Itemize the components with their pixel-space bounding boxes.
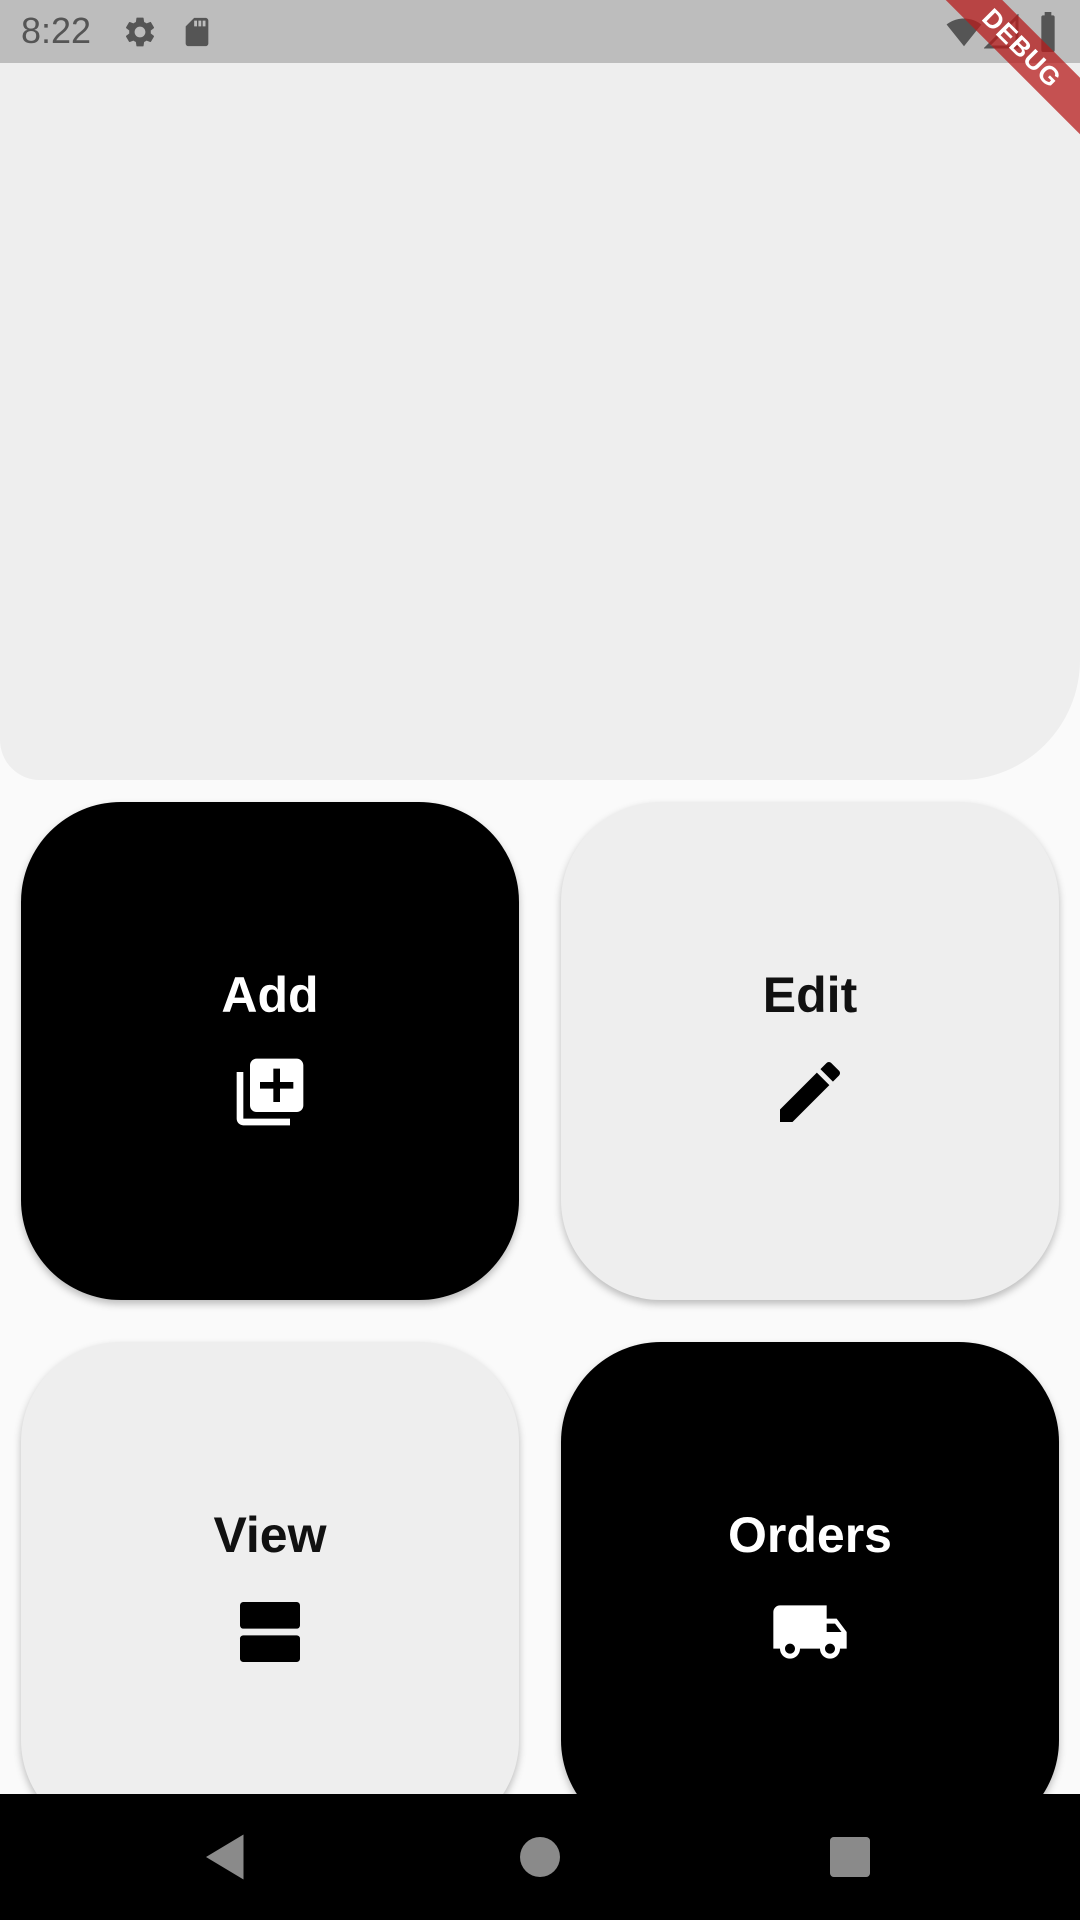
edit-tile[interactable]: Edit [561,802,1059,1300]
truck-icon [770,1592,850,1672]
edit-tile-label: Edit [762,967,858,1023]
orders-tile-label: Orders [728,1507,892,1563]
gear-icon [122,14,158,55]
add-to-library-icon [230,1052,310,1132]
recents-icon[interactable] [820,1827,880,1887]
add-tile-label: Add [221,967,319,1023]
back-icon[interactable] [196,1827,256,1887]
view-tile-label: View [213,1507,327,1563]
home-icon[interactable] [510,1827,570,1887]
orders-tile[interactable]: Orders [561,1342,1059,1840]
app-screen: 8:22 DEBUG Add Edit View Orders [0,0,1080,1920]
header-banner [0,63,1080,780]
status-time: 8:22 [21,10,92,51]
pencil-icon [770,1052,850,1132]
sd-card-icon [180,14,214,55]
view-tile[interactable]: View [21,1342,519,1840]
status-bar: 8:22 [0,0,1080,63]
add-tile[interactable]: Add [21,802,519,1300]
navigation-bar [0,1794,1080,1920]
view-agenda-icon [230,1592,310,1672]
